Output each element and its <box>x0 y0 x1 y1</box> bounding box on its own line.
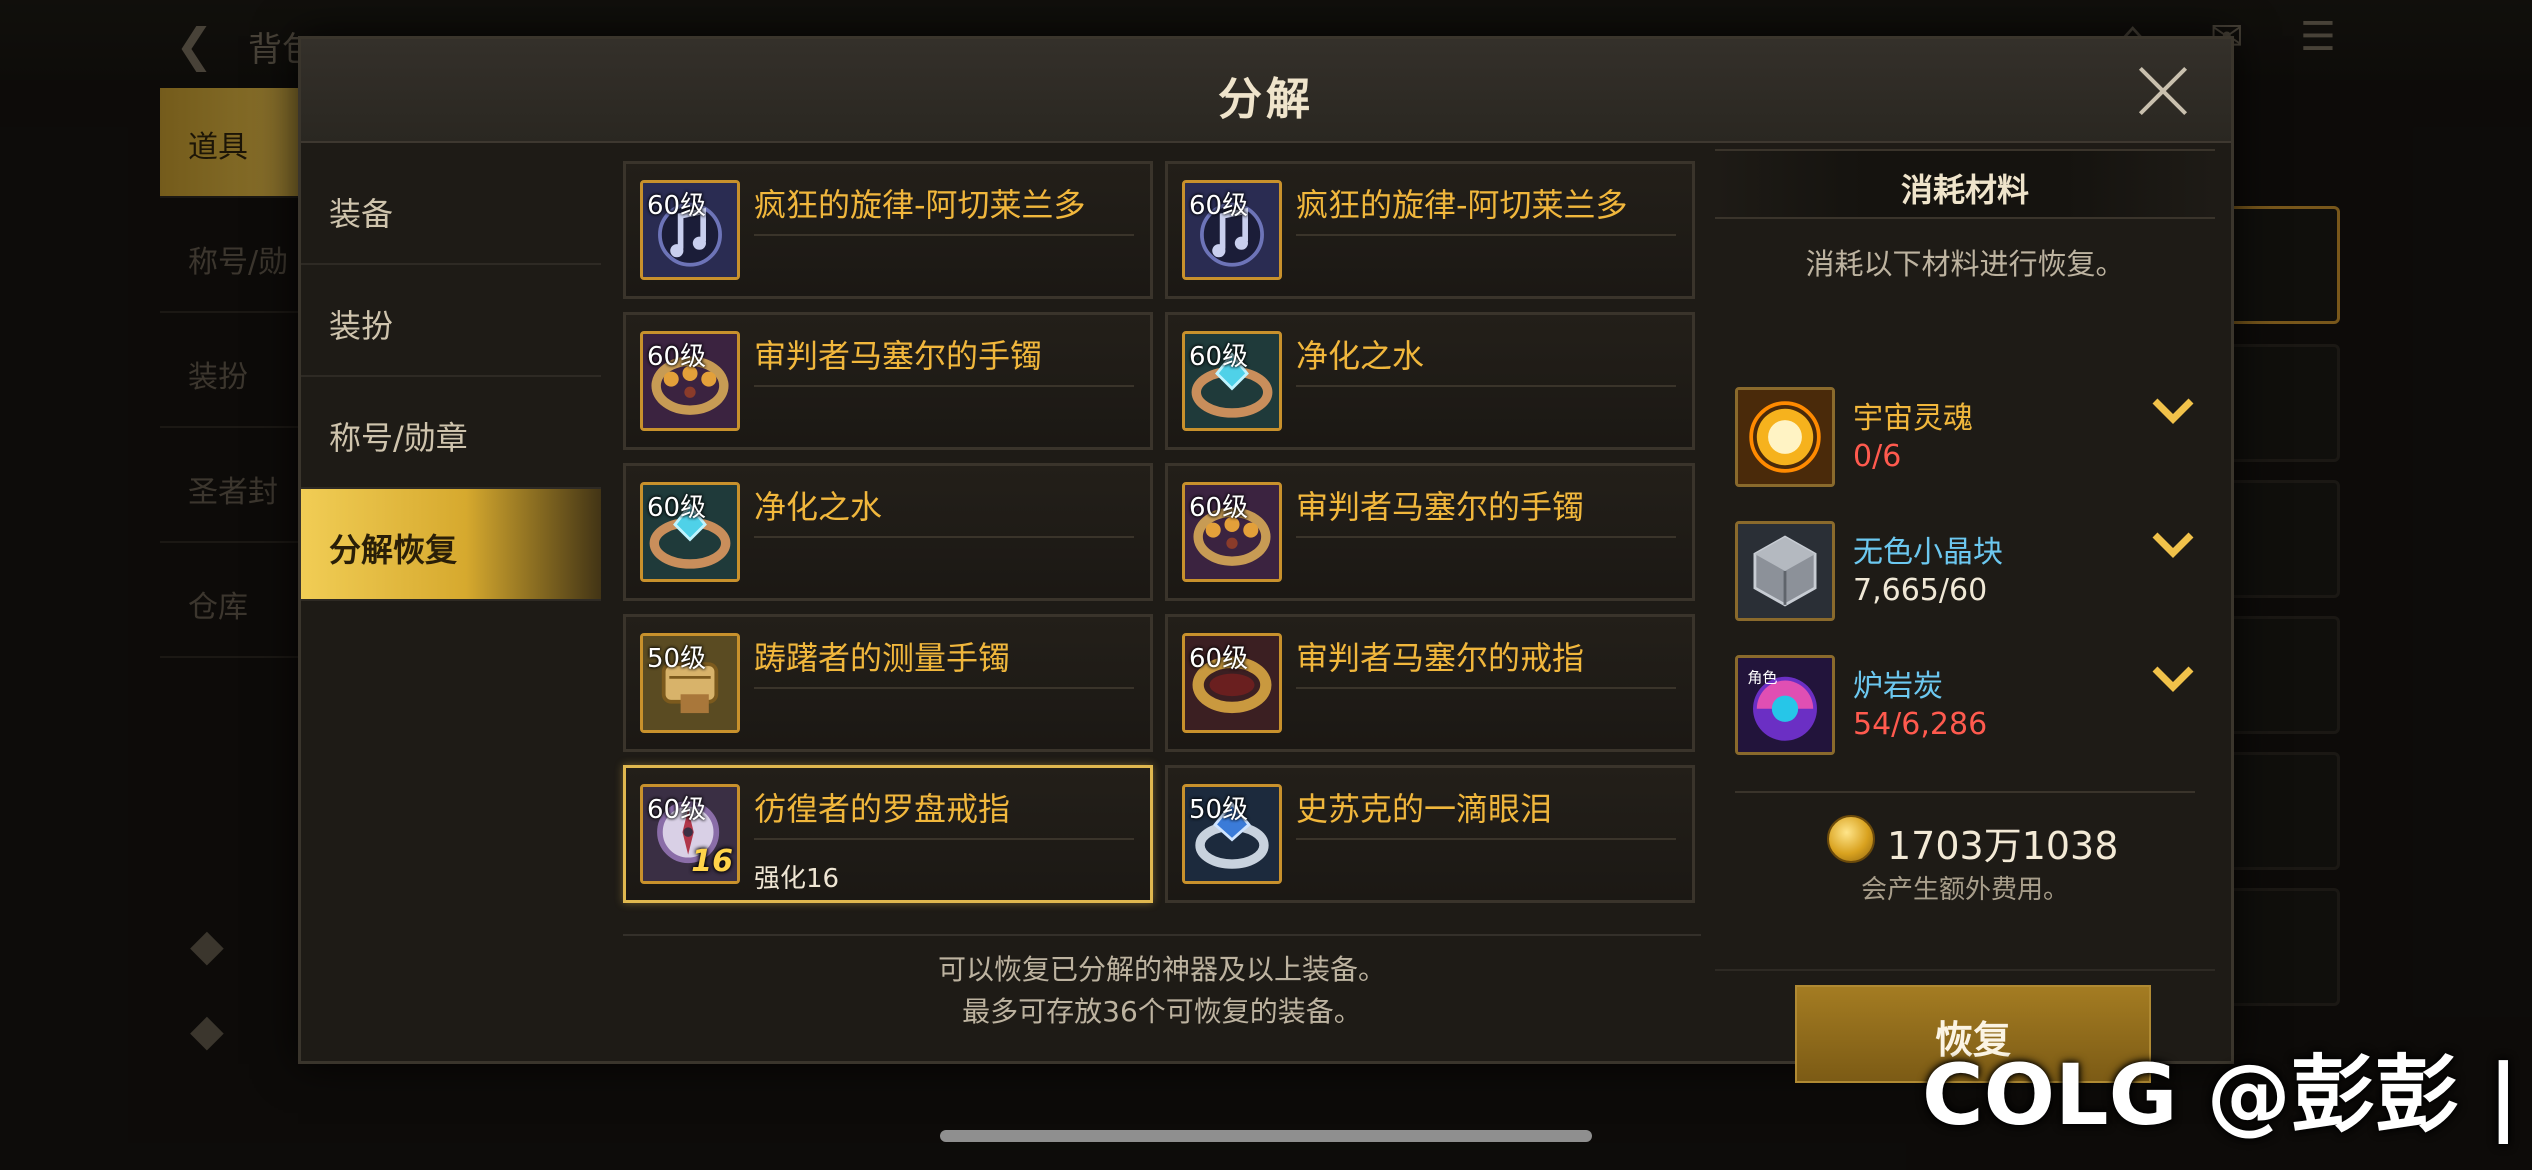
restorable-item-card[interactable]: 60级 16 彷徨者的罗盘戒指强化16 <box>623 765 1153 903</box>
disassemble-modal: 分解 装备 装扮 称号/勋章 分解恢复 60级 疯狂的旋律-阿切莱兰多 60级 疯狂的… <box>298 36 2234 1083</box>
bracelet-icon: 60级 <box>640 331 740 431</box>
divider <box>1715 969 2215 971</box>
item-name: 净化之水 <box>754 488 883 526</box>
divider <box>754 385 1134 387</box>
item-name: 审判者马塞尔的手镯 <box>1296 488 1585 526</box>
chevron-down-icon[interactable] <box>2151 395 2195 425</box>
restorable-item-card[interactable]: 60级 净化之水 <box>1165 312 1695 450</box>
chevron-down-icon[interactable] <box>2151 663 2195 693</box>
music-weapon-icon: 60级 <box>640 180 740 280</box>
footnote-line: 最多可存放36个可恢复的装备。 <box>962 995 1362 1028</box>
tab-equipment[interactable]: 装备 <box>301 153 601 265</box>
footnote-line: 可以恢复已分解的神器及以上装备。 <box>937 953 1386 986</box>
item-level: 60级 <box>1189 191 1249 221</box>
divider <box>1296 536 1676 538</box>
colorless-crystal-icon <box>1735 521 1835 621</box>
item-level: 60级 <box>647 342 707 372</box>
close-icon[interactable] <box>2135 63 2191 119</box>
item-name: 疯狂的旋律-阿切莱兰多 <box>1296 186 1628 224</box>
chevron-down-icon[interactable] <box>2151 529 2195 559</box>
cost-note: 会产生额外费用。 <box>1860 875 2069 905</box>
material-count: 54/6,286 <box>1853 707 1988 742</box>
svg-text:角色: 角色 <box>1747 668 1777 686</box>
item-level: 60级 <box>647 493 707 523</box>
item-level: 60级 <box>647 191 707 221</box>
item-name: 审判者马塞尔的手镯 <box>754 337 1043 375</box>
item-name: 史苏克的一滴眼泪 <box>1296 790 1553 828</box>
material-count: 7,665/60 <box>1853 573 1988 608</box>
materials-panel: 消耗材料 消耗以下材料进行恢复。 宇宙灵魂 0/6 无色小晶块 7,665/60 角色 炉… <box>1715 149 2215 1083</box>
divider <box>754 687 1134 689</box>
tab-avatar[interactable]: 装扮 <box>301 265 601 377</box>
material-name: 宇宙灵魂 <box>1853 401 1973 436</box>
restorable-item-card[interactable]: 60级 审判者马塞尔的手镯 <box>1165 463 1695 601</box>
divider <box>1735 791 2195 793</box>
item-name: 踌躇者的测量手镯 <box>754 639 1011 677</box>
restorable-item-card[interactable]: 60级 审判者马塞尔的手镯 <box>623 312 1153 450</box>
item-enhancement: 强化16 <box>754 864 840 894</box>
divider <box>1296 385 1676 387</box>
restorable-item-card[interactable]: 50级 史苏克的一滴眼泪 <box>1165 765 1695 903</box>
materials-description: 消耗以下材料进行恢复。 <box>1805 247 2125 281</box>
cosmic-soul-icon <box>1735 387 1835 487</box>
tab-title-medal[interactable]: 称号/勋章 <box>301 377 601 489</box>
tab-disassemble-restore[interactable]: 分解恢复 <box>301 489 601 601</box>
divider <box>1296 838 1676 840</box>
item-name: 审判者马塞尔的戒指 <box>1296 639 1585 677</box>
ring-icon: 60级 <box>1182 633 1282 733</box>
material-row[interactable]: 无色小晶块 7,665/60 <box>1735 521 2195 631</box>
divider <box>754 536 1134 538</box>
item-level: 60级 <box>1189 644 1249 674</box>
item-name: 净化之水 <box>1296 337 1425 375</box>
furnace-coal-icon: 角色 <box>1735 655 1835 755</box>
modal-header: 分解 <box>301 39 2231 143</box>
restorable-item-card[interactable]: 60级 净化之水 <box>623 463 1153 601</box>
gold-coin-icon <box>1827 815 1875 863</box>
compass-ring-icon: 60级 16 <box>640 784 740 884</box>
water-gem-icon: 60级 <box>640 482 740 582</box>
item-level: 50级 <box>647 644 707 674</box>
item-level: 50级 <box>1189 795 1249 825</box>
enhance-badge: 16 <box>691 844 733 879</box>
restorable-item-card[interactable]: 50级 踌躇者的测量手镯 <box>623 614 1153 752</box>
divider <box>1296 234 1676 236</box>
divider <box>623 934 1701 936</box>
item-name: 疯狂的旋律-阿切莱兰多 <box>754 186 1086 224</box>
modal-title: 分解 <box>1218 74 1314 125</box>
material-count: 0/6 <box>1853 439 1902 474</box>
restorable-item-card[interactable]: 60级 疯狂的旋律-阿切莱兰多 <box>623 161 1153 299</box>
divider <box>754 234 1134 236</box>
home-indicator[interactable] <box>940 1130 1592 1142</box>
material-row[interactable]: 角色 炉岩炭 54/6,286 <box>1735 655 2195 765</box>
item-level: 60级 <box>647 795 707 825</box>
restore-footnote: 可以恢复已分解的神器及以上装备。 最多可存放36个可恢复的装备。 <box>623 949 1701 1033</box>
item-level: 60级 <box>1189 493 1249 523</box>
music-weapon-icon: 60级 <box>1182 180 1282 280</box>
bracelet-icon: 60级 <box>1182 482 1282 582</box>
material-name: 无色小晶块 <box>1853 535 2003 570</box>
restorable-item-card[interactable]: 60级 审判者马塞尔的戒指 <box>1165 614 1695 752</box>
material-name: 炉岩炭 <box>1853 669 1943 704</box>
water-gem-icon: 60级 <box>1182 331 1282 431</box>
materials-title: 消耗材料 <box>1715 149 2215 219</box>
restorable-item-card[interactable]: 60级 疯狂的旋律-阿切莱兰多 <box>1165 161 1695 299</box>
watermark: COLG @彭彭 | <box>1922 1046 2519 1144</box>
divider <box>754 838 1134 840</box>
measure-bracelet-icon: 50级 <box>640 633 740 733</box>
category-tabs: 装备 装扮 称号/勋章 分解恢复 <box>301 153 601 601</box>
cost-amount: 1703万1038 <box>1887 824 2119 868</box>
item-name: 彷徨者的罗盘戒指 <box>754 790 1011 828</box>
item-level: 60级 <box>1189 342 1249 372</box>
tear-ring-icon: 50级 <box>1182 784 1282 884</box>
divider <box>1296 687 1676 689</box>
material-row[interactable]: 宇宙灵魂 0/6 <box>1735 387 2195 497</box>
